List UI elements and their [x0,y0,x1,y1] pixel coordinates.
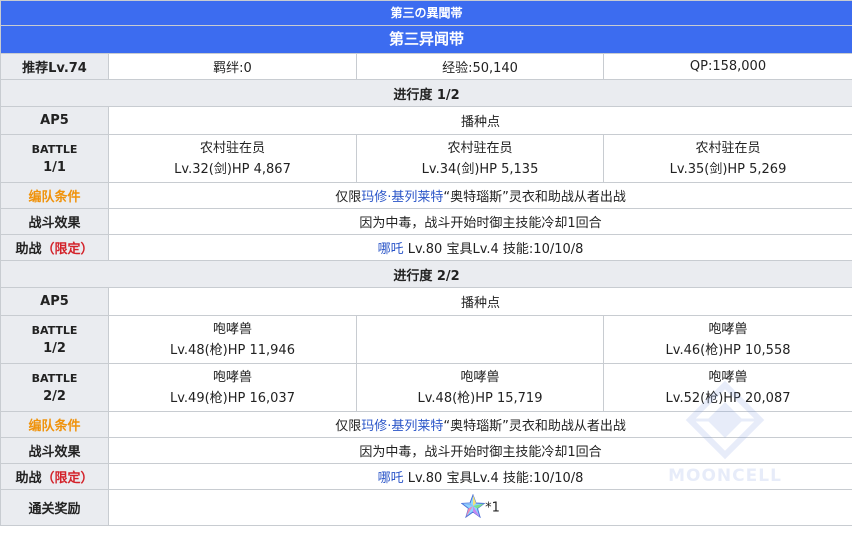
battle-word: BATTLE [31,371,78,385]
battle-word: BATTLE [31,142,78,156]
enemy-stats: Lv.34(剑)HP 5,135 [421,161,539,177]
enemy-cell: 咆哮兽 Lv.48(枪)HP 15,719 [356,363,604,412]
battle-number: 1/2 [43,340,66,356]
qp-value: QP:158,000 [602,53,852,80]
section-title-1: 进行度 1/2 [0,79,852,107]
servant-link[interactable]: 玛修·基列莱特 [361,419,443,434]
support-info: 哪吒 Lv.80 宝具Lv.4 技能:10/10/8 [107,234,852,261]
enemy-name: 咆哮兽 [708,321,748,337]
battle-number: 1/1 [43,159,66,175]
enemy-name: 咆哮兽 [212,321,252,337]
saint-quartz-icon[interactable] [460,493,486,522]
section-title-2: 进行度 2/2 [0,260,852,288]
enemy-cell-empty [356,315,604,364]
ap-label: AP5 [0,287,109,316]
enemy-name: 咆哮兽 [460,369,500,385]
battle-word: BATTLE [31,323,78,337]
party-condition: 仅限玛修·基列莱特“奥特瑙斯”灵衣和助战从者出战 [107,411,852,438]
enemy-stats: Lv.48(枪)HP 15,719 [417,390,543,406]
battle-effect-label: 战斗效果 [0,208,109,235]
ap-label: AP5 [0,106,109,135]
enemy-name: 农村驻在员 [199,140,265,156]
enemy-cell: 咆哮兽 Lv.52(枪)HP 20,087 [602,363,852,412]
condition-suffix: “奥特瑙斯”灵衣和助战从者出战 [443,190,626,205]
condition-suffix: “奥特瑙斯”灵衣和助战从者出战 [443,419,626,434]
ap-location: 播种点 [107,106,852,135]
bond-value: 羁绊:0 [108,53,357,80]
enemy-stats: Lv.49(枪)HP 16,037 [170,390,295,406]
enemy-cell: 咆哮兽 Lv.49(枪)HP 16,037 [108,363,357,412]
ap-location: 播种点 [107,287,852,316]
support-detail: Lv.80 宝具Lv.4 技能:10/10/8 [403,471,584,486]
battle-label: BATTLE 1/1 [0,134,109,183]
battle-effect: 因为中毒，战斗开始时御主技能冷却1回合 [107,437,852,464]
exp-value: 经验:50,140 [356,53,604,80]
battle-label: BATTLE 1/2 [0,315,109,364]
enemy-stats: Lv.46(枪)HP 10,558 [665,342,791,358]
enemy-stats: Lv.35(剑)HP 5,269 [669,161,787,177]
enemy-cell: 农村驻在员 Lv.35(剑)HP 5,269 [602,134,852,183]
support-servant-link[interactable]: 哪吒 [378,242,404,257]
reward-count: *1 [485,500,500,515]
party-condition-label: 编队条件 [0,411,109,438]
quest-subtitle: 第三の異聞帯 [0,0,852,26]
enemy-stats: Lv.32(剑)HP 4,867 [174,161,291,177]
condition-prefix: 仅限 [335,190,362,205]
reward-label: 通关奖励 [0,489,109,526]
battle-label: BATTLE 2/2 [0,363,109,412]
reward-cell: *1 [107,489,852,526]
enemy-cell: 农村驻在员 Lv.32(剑)HP 4,867 [108,134,357,183]
party-condition-label: 编队条件 [0,182,109,209]
quest-table: 第三の異聞帯 第三异闻带 推荐Lv.74 羁绊:0 经验:50,140 QP:1… [0,0,852,526]
condition-prefix: 仅限 [335,419,362,434]
party-condition: 仅限玛修·基列莱特“奥特瑙斯”灵衣和助战从者出战 [107,182,852,209]
limited-tag: （限定） [41,242,94,257]
enemy-cell: 咆哮兽 Lv.48(枪)HP 11,946 [108,315,357,364]
support-word: 助战 [15,471,42,486]
enemy-stats: Lv.52(枪)HP 20,087 [665,390,791,406]
enemy-stats: Lv.48(枪)HP 11,946 [170,342,295,358]
support-servant-link[interactable]: 哪吒 [378,471,404,486]
support-label: 助战（限定） [0,463,109,490]
support-info: 哪吒 Lv.80 宝具Lv.4 技能:10/10/8 [107,463,852,490]
servant-link[interactable]: 玛修·基列莱特 [361,190,443,205]
enemy-cell: 农村驻在员 Lv.34(剑)HP 5,135 [356,134,604,183]
support-detail: Lv.80 宝具Lv.4 技能:10/10/8 [403,242,584,257]
enemy-name: 咆哮兽 [212,369,252,385]
support-word: 助战 [15,242,42,257]
enemy-name: 咆哮兽 [708,369,748,385]
battle-number: 2/2 [43,388,66,404]
battle-effect: 因为中毒，战斗开始时御主技能冷却1回合 [107,208,852,235]
enemy-cell: 咆哮兽 Lv.46(枪)HP 10,558 [602,315,852,364]
recommended-level: 推荐Lv.74 [0,53,109,80]
quest-title: 第三异闻带 [0,25,852,54]
support-label: 助战（限定） [0,234,109,261]
enemy-name: 农村驻在员 [447,140,513,156]
enemy-name: 农村驻在员 [695,140,761,156]
limited-tag: （限定） [41,471,94,486]
battle-effect-label: 战斗效果 [0,437,109,464]
